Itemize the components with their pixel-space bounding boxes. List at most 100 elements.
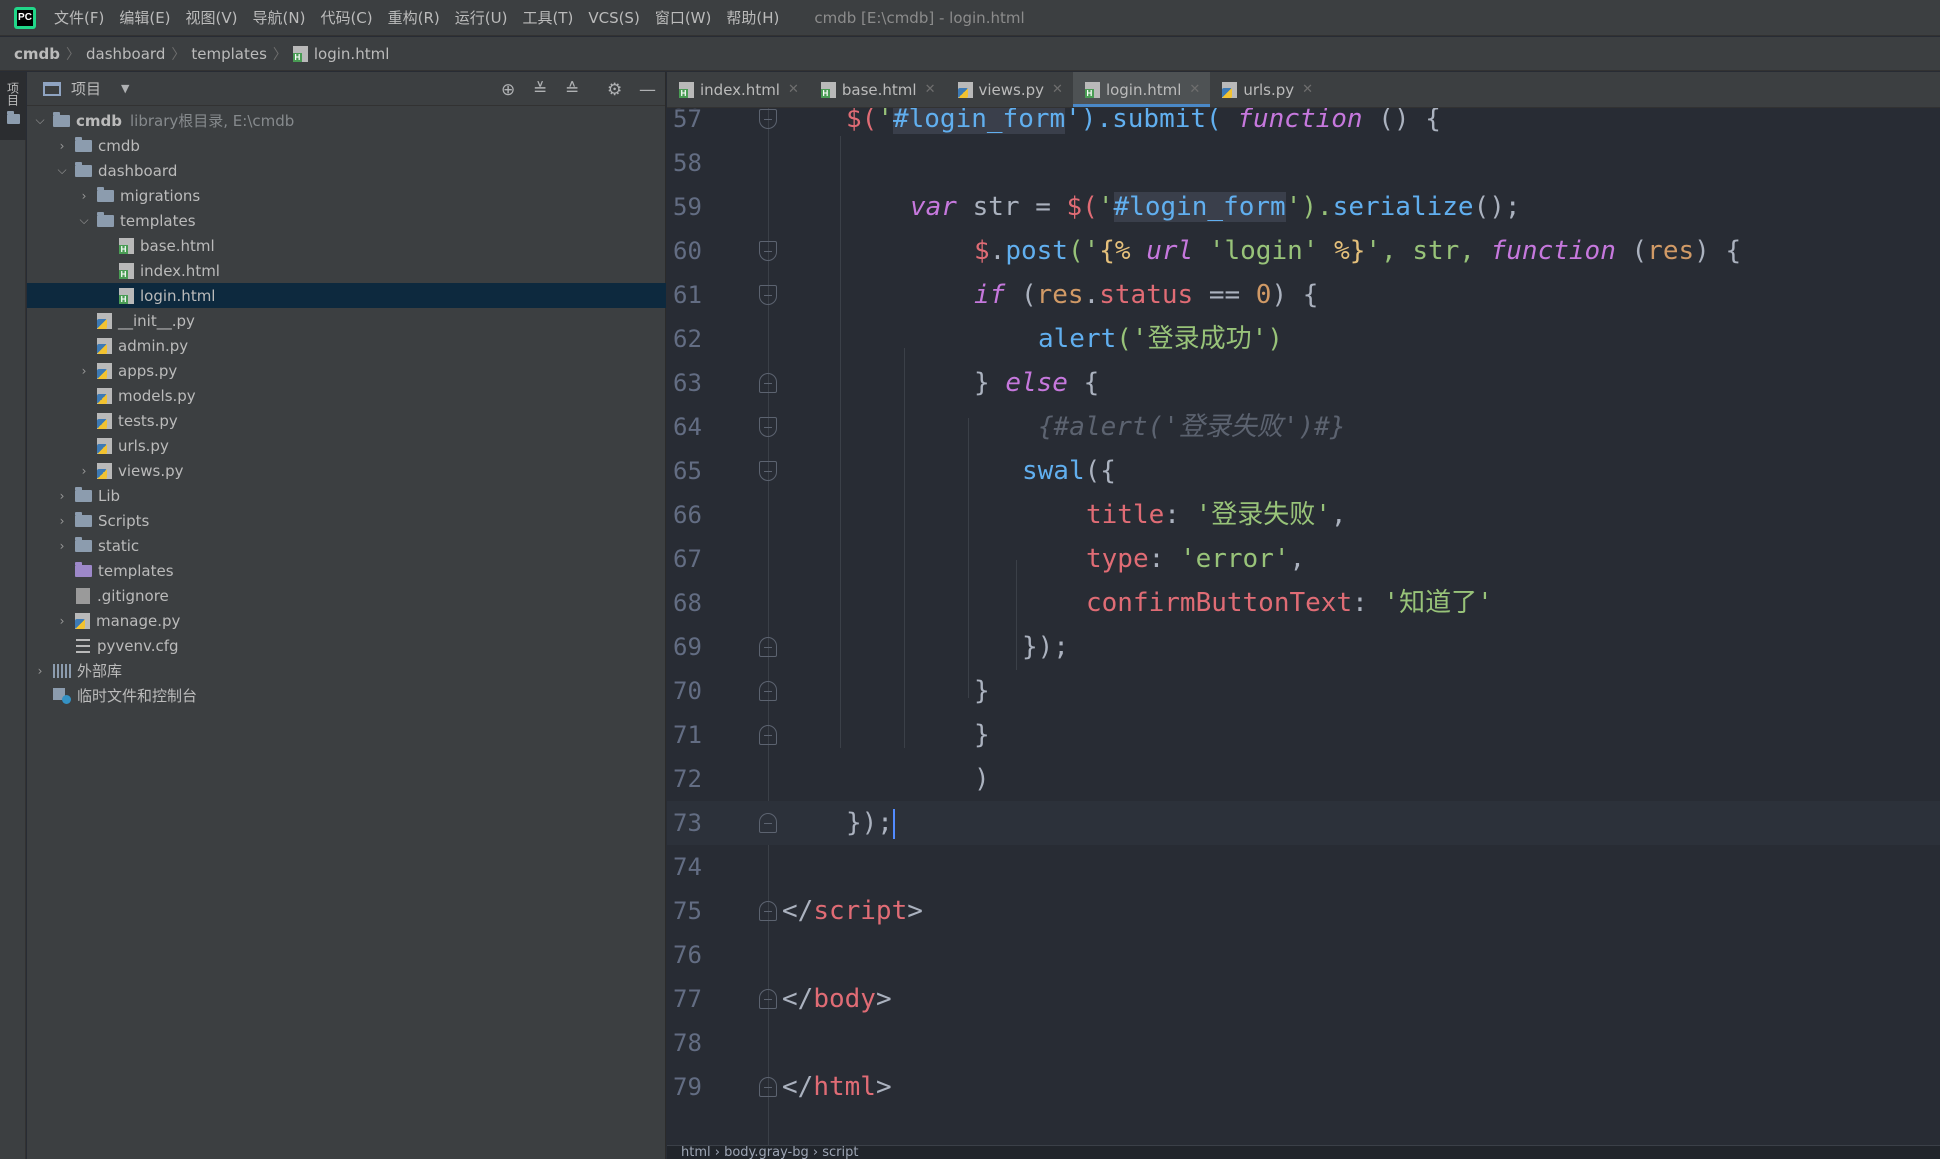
hide-panel-icon[interactable]: — xyxy=(639,80,656,100)
tree-item-root[interactable]: ⌵ cmdb library根目录, E:\cmdb xyxy=(27,108,666,133)
gitignore-file-icon xyxy=(76,587,90,604)
chevron-down-icon[interactable]: ⌵ xyxy=(33,113,47,128)
breadcrumb-dashboard[interactable]: dashboard xyxy=(86,45,165,63)
chevron-right-icon[interactable]: › xyxy=(33,664,47,678)
code-token: %} xyxy=(1318,236,1366,266)
tree-item-gitignore[interactable]: .gitignore xyxy=(27,583,666,608)
menu-view[interactable]: 视图(V) xyxy=(186,7,238,28)
fold-icon[interactable] xyxy=(759,813,777,833)
fold-icon[interactable] xyxy=(759,989,777,1009)
close-icon[interactable]: ✕ xyxy=(1052,82,1063,97)
chevron-down-icon[interactable]: ⌵ xyxy=(55,163,69,178)
menu-tools[interactable]: 工具(T) xyxy=(522,7,573,28)
logo-text: PC xyxy=(17,9,33,26)
menu-code[interactable]: 代码(C) xyxy=(320,7,372,28)
tree-item-external-libraries[interactable]: › 外部库 xyxy=(27,658,666,683)
tree-item-index-html[interactable]: index.html xyxy=(27,258,666,283)
tree-item-urls-py[interactable]: urls.py xyxy=(27,433,666,458)
fold-icon[interactable] xyxy=(759,241,777,261)
chevron-right-icon[interactable]: › xyxy=(77,189,91,203)
tab-index-html[interactable]: index.html ✕ xyxy=(667,72,809,107)
tree-item-login-html[interactable]: login.html xyxy=(27,283,666,308)
tree-item-static[interactable]: › static xyxy=(27,533,666,558)
close-icon[interactable]: ✕ xyxy=(788,82,799,97)
tree-item-base-html[interactable]: base.html xyxy=(27,233,666,258)
chevron-right-icon[interactable]: › xyxy=(55,139,69,153)
menu-refactor[interactable]: 重构(R) xyxy=(388,7,440,28)
chevron-right-icon[interactable]: › xyxy=(55,514,69,528)
breadcrumb-templates[interactable]: templates xyxy=(191,45,267,63)
fold-icon[interactable] xyxy=(759,637,777,657)
expand-all-icon[interactable]: ≚ xyxy=(533,80,547,100)
menu-vcs[interactable]: VCS(S) xyxy=(588,9,639,27)
editor-structure-breadcrumb[interactable]: html › body.gray-bg › script xyxy=(667,1145,1940,1159)
tab-urls-py[interactable]: urls.py ✕ xyxy=(1210,72,1323,107)
tree-item-pyvenv-cfg[interactable]: pyvenv.cfg xyxy=(27,633,666,658)
code-token: alert xyxy=(1038,324,1117,354)
fold-icon[interactable] xyxy=(759,681,777,701)
code-token: type xyxy=(1086,544,1149,574)
fold-icon[interactable] xyxy=(759,725,777,745)
project-tool-tab[interactable]: 项目 xyxy=(0,72,26,140)
code-token: () { xyxy=(1362,108,1441,134)
tab-views-py[interactable]: views.py ✕ xyxy=(946,72,1073,107)
fold-icon[interactable] xyxy=(759,1077,777,1097)
menu-navigate[interactable]: 导航(N) xyxy=(253,7,306,28)
menu-edit[interactable]: 编辑(E) xyxy=(119,7,170,28)
collapse-all-icon[interactable]: ≙ xyxy=(565,80,579,100)
fold-icon[interactable] xyxy=(759,373,777,393)
close-icon[interactable]: ✕ xyxy=(1302,82,1313,97)
menu-window[interactable]: 窗口(W) xyxy=(655,7,712,28)
menu-file[interactable]: 文件(F) xyxy=(54,7,104,28)
chevron-right-icon[interactable]: › xyxy=(77,464,91,478)
fold-icon[interactable] xyxy=(759,285,777,305)
chevron-down-icon[interactable]: ▼ xyxy=(121,82,129,95)
tree-item-migrations[interactable]: › migrations xyxy=(27,183,666,208)
project-panel-title[interactable]: 项目 xyxy=(71,78,101,99)
tree-item-dashboard[interactable]: ⌵ dashboard xyxy=(27,158,666,183)
fold-icon[interactable] xyxy=(759,461,777,481)
close-icon[interactable]: ✕ xyxy=(1189,82,1200,97)
code-token: serialize xyxy=(1332,192,1474,222)
tool-window-stripe: 项目 xyxy=(0,72,26,1159)
locate-icon[interactable]: ⊕ xyxy=(501,80,515,100)
chevron-right-icon[interactable]: › xyxy=(77,364,91,378)
menu-help[interactable]: 帮助(H) xyxy=(726,7,779,28)
tree-item-templates[interactable]: ⌵ templates xyxy=(27,208,666,233)
fold-icon[interactable] xyxy=(759,109,777,129)
pycharm-logo-icon[interactable]: PC xyxy=(14,6,36,29)
code-line: 62 alert('登录成功') xyxy=(667,317,1940,361)
line-number: 74 xyxy=(673,853,702,881)
tree-item-views-py[interactable]: › views.py xyxy=(27,458,666,483)
tab-base-html[interactable]: base.html ✕ xyxy=(809,72,946,107)
gear-icon[interactable]: ⚙ xyxy=(607,80,622,100)
code-editor[interactable]: 56 57 $('#login_form').submit( function … xyxy=(667,108,1940,1145)
code-line: 75 </script> xyxy=(667,889,1940,933)
folder-icon xyxy=(97,211,114,227)
tree-item-tests-py[interactable]: tests.py xyxy=(27,408,666,433)
tree-item-scratches[interactable]: 临时文件和控制台 xyxy=(27,683,666,708)
tree-item-init-py[interactable]: __init__.py xyxy=(27,308,666,333)
tree-item-apps-py[interactable]: › apps.py xyxy=(27,358,666,383)
tree-item-models-py[interactable]: models.py xyxy=(27,383,666,408)
tree-item-manage-py[interactable]: › manage.py xyxy=(27,608,666,633)
root-hint: library根目录, E:\cmdb xyxy=(130,112,295,130)
chevron-right-icon[interactable]: › xyxy=(55,539,69,553)
config-file-icon xyxy=(76,638,90,653)
breadcrumb-project[interactable]: cmdb xyxy=(14,45,60,63)
tree-item-root-templates[interactable]: templates xyxy=(27,558,666,583)
tree-item-lib[interactable]: › Lib xyxy=(27,483,666,508)
tab-login-html[interactable]: login.html ✕ xyxy=(1072,72,1211,107)
chevron-down-icon[interactable]: ⌵ xyxy=(77,213,91,228)
menu-run[interactable]: 运行(U) xyxy=(455,7,508,28)
tree-item-scripts[interactable]: › Scripts xyxy=(27,508,666,533)
close-icon[interactable]: ✕ xyxy=(925,82,936,97)
chevron-right-icon[interactable]: › xyxy=(55,489,69,503)
line-number: 64 xyxy=(673,413,702,441)
breadcrumb-file[interactable]: login.html xyxy=(314,45,389,63)
fold-icon[interactable] xyxy=(759,901,777,921)
tree-item-cmdb[interactable]: › cmdb xyxy=(27,133,666,158)
chevron-right-icon[interactable]: › xyxy=(55,614,69,628)
fold-icon[interactable] xyxy=(759,417,777,437)
tree-item-admin-py[interactable]: admin.py xyxy=(27,333,666,358)
